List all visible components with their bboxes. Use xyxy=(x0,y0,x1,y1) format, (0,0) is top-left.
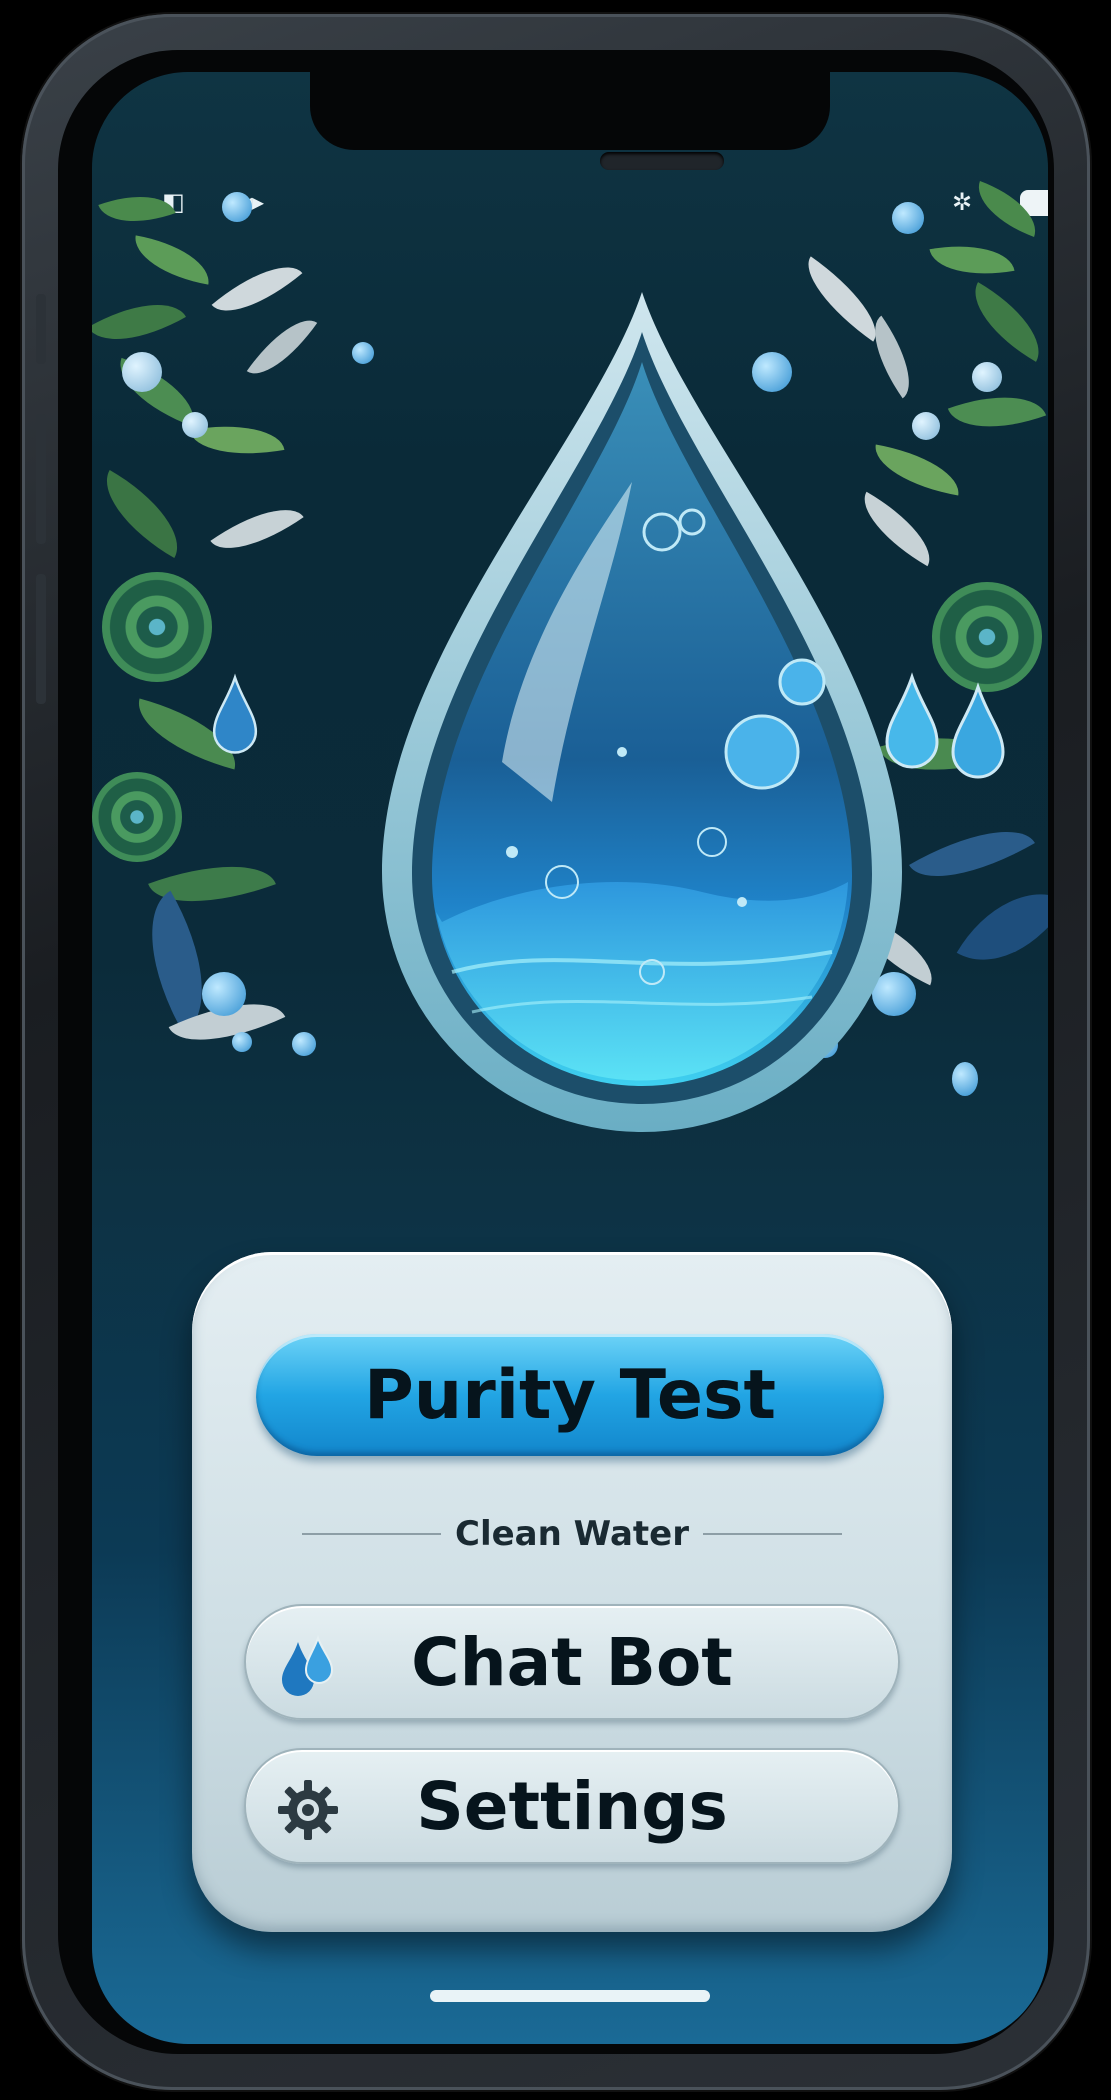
gear-icon xyxy=(278,1780,338,1840)
mute-switch xyxy=(36,294,46,364)
chat-bot-label: Chat Bot xyxy=(411,1623,733,1701)
volume-up-button xyxy=(36,414,46,544)
purity-test-label: Purity Test xyxy=(363,1355,777,1435)
settings-status-icon: ✲ xyxy=(952,188,973,216)
chat-bot-button[interactable]: Chat Bot xyxy=(244,1604,900,1720)
small-drop-icon xyxy=(951,682,1005,779)
divider-line xyxy=(702,1533,842,1535)
water-drops-icon xyxy=(282,1635,334,1696)
water-drop-illustration xyxy=(362,282,922,1152)
app-screen: ◧ ◂▸ ✲ Purity Test Clean Water Chat Bot … xyxy=(92,72,1048,2044)
settings-button[interactable]: Settings xyxy=(244,1748,900,1864)
home-indicator[interactable] xyxy=(430,1990,710,2002)
app-name-label: Clean Water xyxy=(455,1514,689,1554)
notch xyxy=(310,72,830,150)
speaker xyxy=(600,152,724,170)
settings-label: Settings xyxy=(416,1767,728,1845)
purity-test-button[interactable]: Purity Test xyxy=(256,1334,884,1456)
divider-line xyxy=(302,1533,442,1535)
volume-down-button xyxy=(36,574,46,704)
small-drop-icon xyxy=(212,673,258,754)
app-name-divider: Clean Water xyxy=(302,1514,842,1554)
menu-card: Purity Test Clean Water Chat Bot Setting… xyxy=(192,1252,952,1932)
